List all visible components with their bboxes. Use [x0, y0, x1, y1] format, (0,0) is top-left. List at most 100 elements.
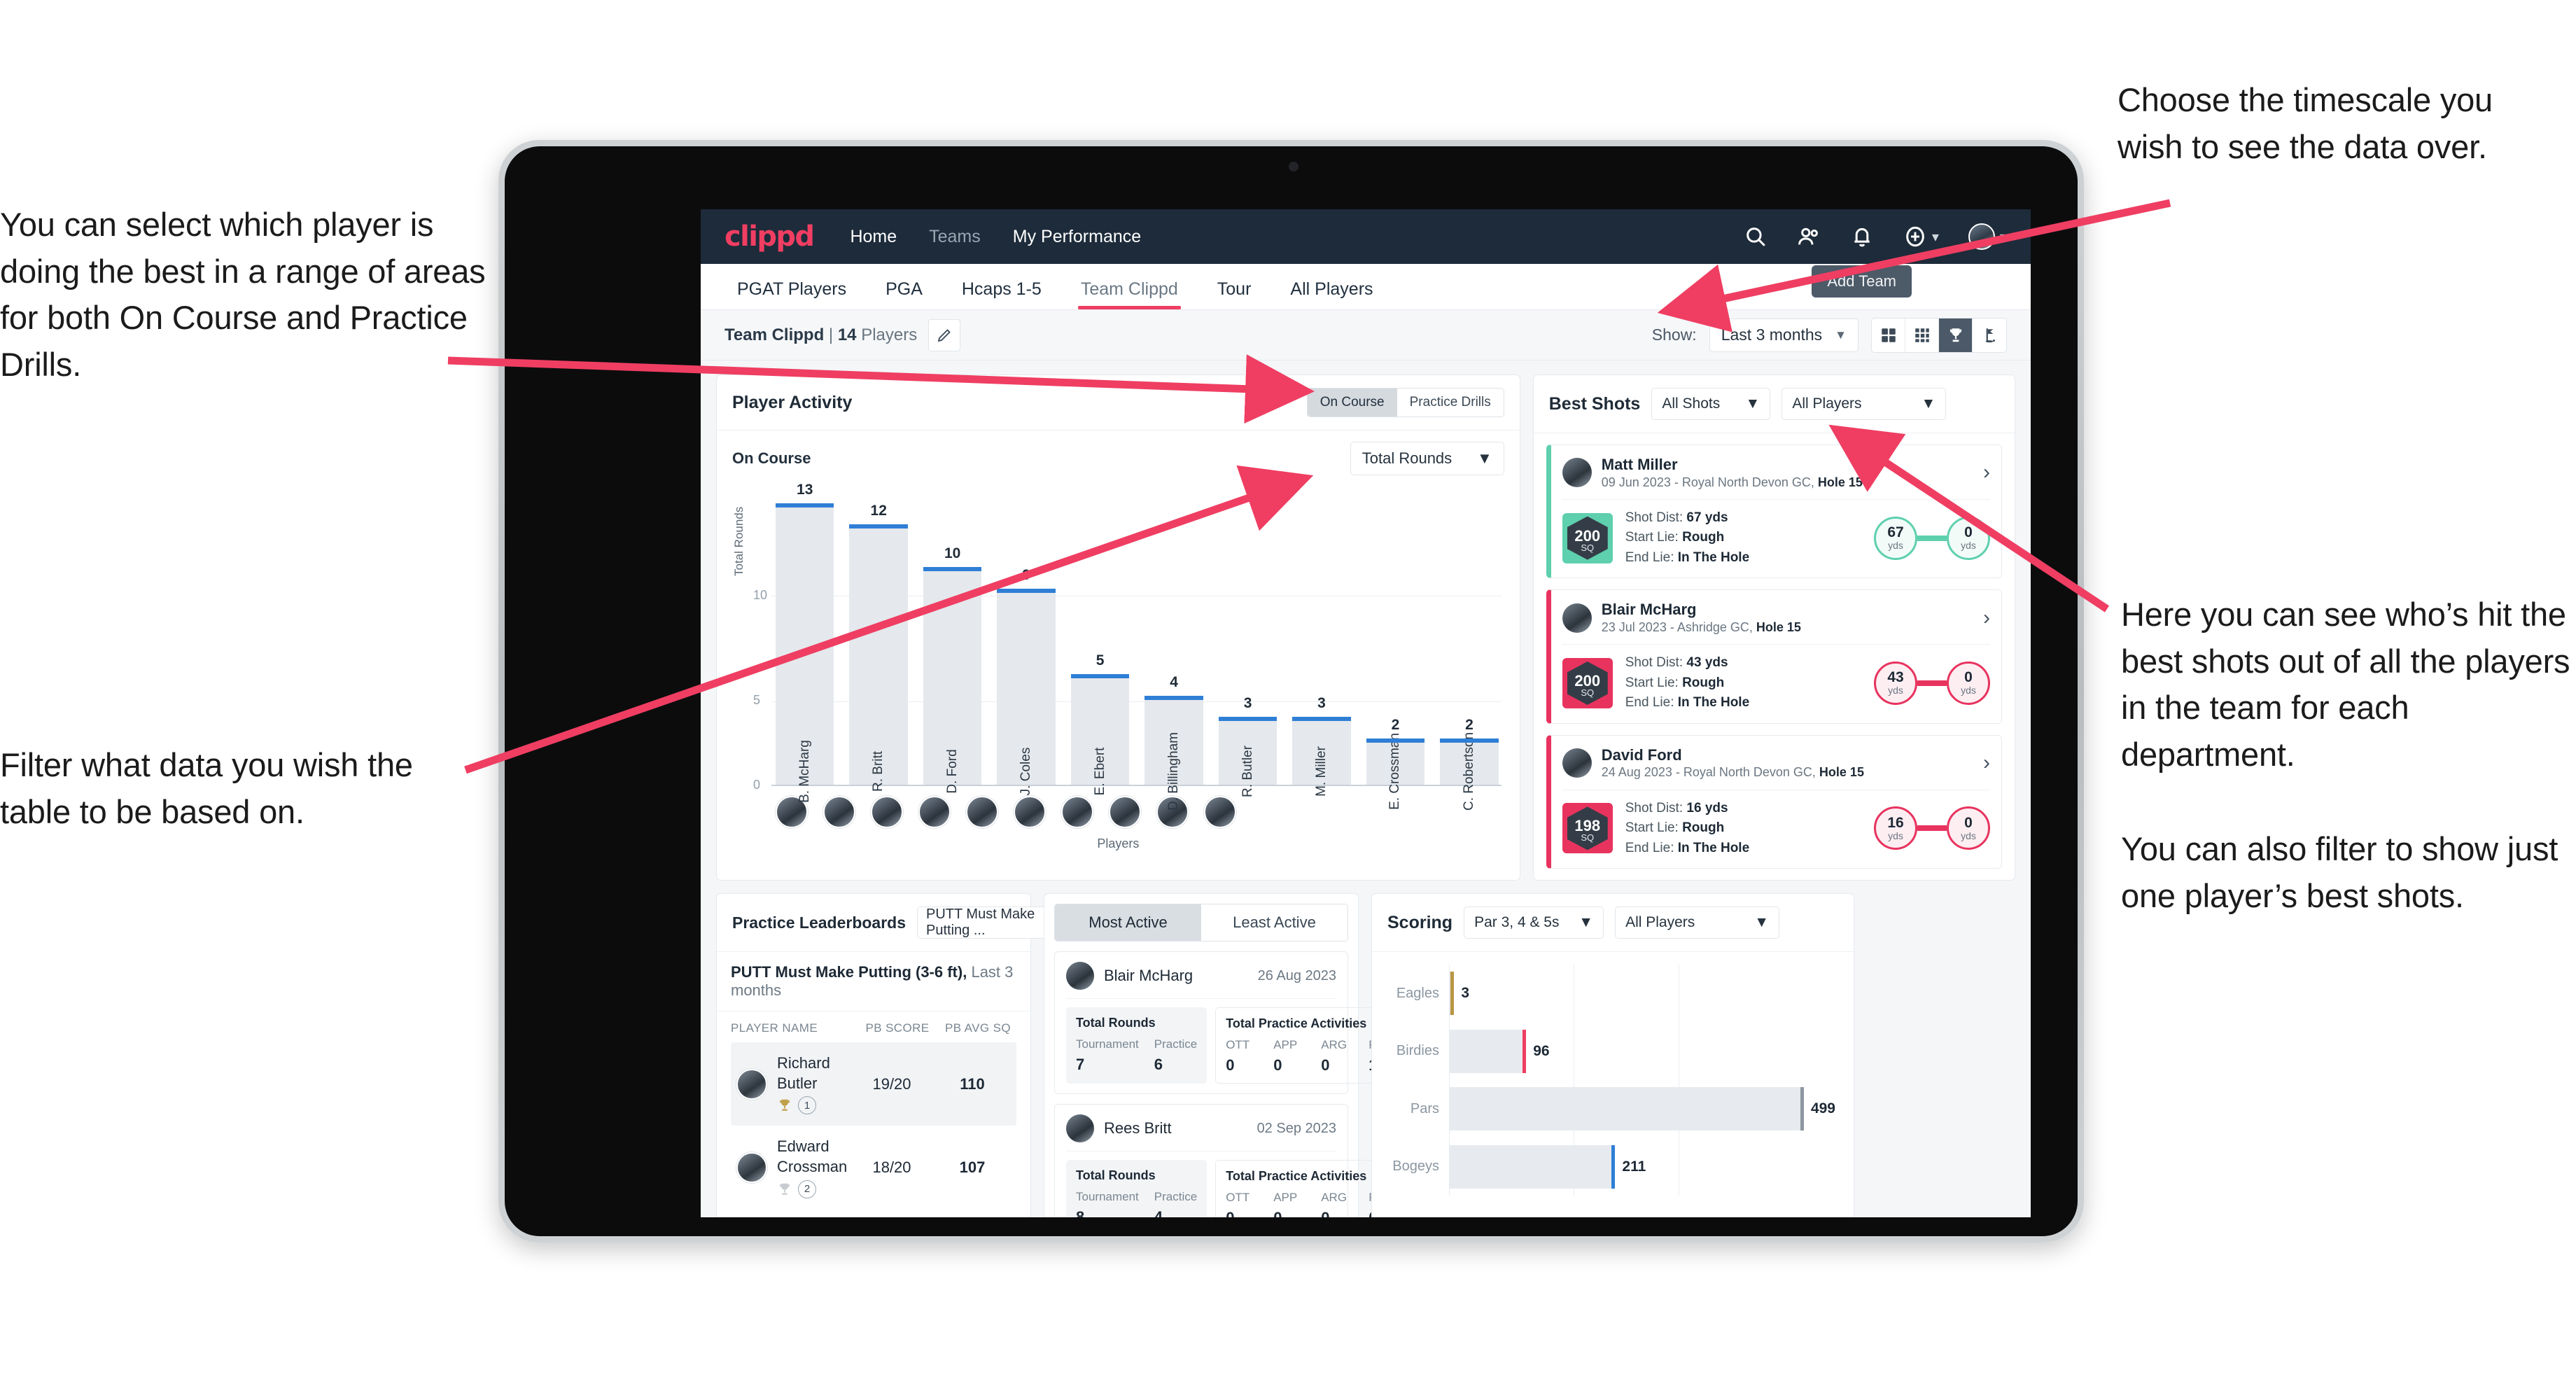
sq-value: 200 — [1574, 672, 1601, 690]
team-name: Team Clippd — [724, 325, 825, 344]
people-icon[interactable] — [1797, 225, 1821, 248]
player-avatar[interactable] — [871, 796, 903, 828]
bar[interactable]: M. Miller — [1292, 717, 1352, 797]
shot-identity: Matt Miller 09 Jun 2023 - Royal North Dev… — [1602, 455, 1863, 491]
best-shot-card[interactable]: Matt Miller 09 Jun 2023 - Royal North Dev… — [1546, 444, 2002, 579]
from-unit: yds — [1888, 685, 1903, 696]
avatar[interactable] — [1968, 223, 1995, 250]
edit-team-button[interactable] — [928, 318, 961, 351]
divider — [1066, 998, 1336, 1000]
chart-bar-group: 4 D. Billingham — [1144, 485, 1204, 811]
rounds-col: Practice 6 — [1154, 1037, 1197, 1074]
player-avatar[interactable] — [823, 796, 855, 828]
scoring-bar[interactable] — [1449, 1087, 1804, 1131]
nav-link-teams[interactable]: Teams — [929, 227, 981, 247]
grid-9-icon[interactable] — [1905, 318, 1939, 352]
scoring-category: Eagles — [1396, 985, 1439, 1001]
bar[interactable]: E. Ebert — [1070, 674, 1130, 795]
bar-value: 3 — [1317, 695, 1326, 712]
chevron-right-icon[interactable]: › — [1983, 461, 1990, 484]
practice-col-label: APP — [1273, 1191, 1298, 1205]
practice-col-value: 0 — [1273, 1056, 1282, 1074]
sq-unit: SQ — [1581, 832, 1595, 844]
scoring-bar-row: Bogeys 211 — [1385, 1144, 1835, 1189]
scoring-bar[interactable] — [1449, 1029, 1527, 1073]
nav-link-my-performance[interactable]: My Performance — [1013, 227, 1141, 247]
player-avatar[interactable] — [1061, 796, 1093, 828]
scoring-bar-row: Eagles 3 — [1385, 972, 1835, 1016]
to-unit: yds — [1961, 539, 1976, 551]
distance-visual: 43 yds 0 yds — [1874, 662, 1990, 706]
bar[interactable]: R. Butler — [1218, 717, 1278, 797]
player-avatar[interactable] — [918, 796, 951, 828]
bar[interactable]: E. Crossman — [1366, 733, 1425, 810]
tab-tour[interactable]: Tour — [1205, 279, 1264, 309]
segment-practice-drills[interactable]: Practice Drills — [1396, 388, 1504, 416]
clippd-logo[interactable]: clippd — [724, 220, 815, 253]
player-block: Edward Crossman 2 — [777, 1137, 850, 1198]
pb-avg-sq: 107 — [959, 1158, 986, 1176]
scoring-player-filter[interactable]: All Players ▼ — [1615, 906, 1780, 939]
scoring-bar[interactable] — [1449, 972, 1455, 1016]
tab-all-players[interactable]: All Players — [1278, 279, 1385, 309]
player-avatar[interactable] — [966, 796, 998, 828]
to-value: 0 — [1964, 814, 1973, 831]
tab-team-clippd[interactable]: Team Clippd — [1068, 279, 1191, 309]
avatar — [1066, 1114, 1094, 1143]
table-row[interactable]: Richard Butler 1 19/20 110 — [731, 1042, 1016, 1126]
rank-badge: 2 — [777, 1180, 850, 1198]
player-activity-sub-label: On Course — [732, 449, 811, 467]
bar[interactable]: R. Britt — [849, 524, 909, 792]
best-shots-player-filter[interactable]: All Players ▼ — [1782, 388, 1947, 420]
rounds-col: Tournament 8 — [1076, 1190, 1139, 1217]
player-avatar[interactable] — [1109, 796, 1141, 828]
activity-item[interactable]: Blair McHarg 26 Aug 2023 Total Rounds Tourn… — [1054, 951, 1412, 1095]
chart-bar-group: 3 M. Miller — [1292, 485, 1352, 797]
best-shot-card[interactable]: David Ford 24 Aug 2023 - Royal North Devo… — [1546, 734, 2002, 869]
par-filter[interactable]: Par 3, 4 & 5s ▼ — [1464, 906, 1604, 939]
segment-on-course[interactable]: On Course — [1307, 388, 1397, 416]
bar[interactable]: B. McHarg — [776, 503, 834, 803]
hexagon-icon: 198 SQ — [1567, 806, 1608, 850]
metric-select[interactable]: Total Rounds ▼ — [1350, 442, 1504, 475]
best-shot-card[interactable]: Blair McHarg 23 Jul 2023 - Ashridge GC, H… — [1546, 589, 2002, 724]
shot-from-circle: 43 yds — [1874, 662, 1917, 706]
user-menu[interactable]: ▾ — [1968, 223, 2007, 250]
practice-col-label: ARG — [1321, 1038, 1348, 1052]
bar[interactable]: C. Robertson — [1440, 732, 1499, 811]
add-menu[interactable]: ▾ — [1903, 225, 1939, 248]
plus-circle-icon[interactable] — [1903, 225, 1927, 248]
bar-value: 3 — [1243, 695, 1252, 712]
search-icon[interactable] — [1744, 225, 1768, 248]
activity-item[interactable]: Rees Britt 02 Sep 2023 Total Rounds Tournam… — [1054, 1104, 1412, 1217]
tab-pgat-players[interactable]: PGAT Players — [724, 279, 859, 309]
bar[interactable]: D. Ford — [923, 567, 982, 794]
tab-hcaps-1-5[interactable]: Hcaps 1-5 — [949, 279, 1054, 309]
annotation-one-player-filter: You can also filter to show just one pla… — [2121, 830, 2558, 914]
bell-icon[interactable] — [1850, 225, 1874, 248]
nav-link-home[interactable]: Home — [850, 227, 897, 247]
shot-type-filter[interactable]: All Shots ▼ — [1651, 388, 1771, 420]
ytick-10: 10 — [753, 587, 768, 602]
tab-most-active[interactable]: Most Active — [1055, 904, 1201, 941]
tab-least-active[interactable]: Least Active — [1201, 904, 1348, 941]
chevron-right-icon[interactable]: › — [1983, 751, 1990, 775]
chevron-right-icon[interactable]: › — [1983, 606, 1990, 630]
player-avatar[interactable] — [1204, 796, 1236, 828]
scoring-bar-wrap: 499 — [1449, 1087, 1835, 1131]
drill-select-value: PUTT Must Make Putting ... — [926, 906, 1035, 939]
table-row[interactable]: Edward Crossman 2 18/20 107 — [731, 1126, 1016, 1209]
shot-quality-tile: 198 SQ — [1562, 803, 1613, 854]
shot-stats: Shot Dist: 16 yds Start Lie: Rough End Lie… — [1625, 799, 1749, 859]
player-avatar[interactable] — [1014, 796, 1046, 828]
camera-icon — [1289, 162, 1298, 172]
trophy-icon[interactable] — [1939, 318, 1973, 352]
scoring-bar[interactable] — [1449, 1144, 1616, 1189]
golf-flag-icon[interactable] — [1973, 318, 2006, 352]
timescale-select[interactable]: Last 3 months ▼ — [1709, 318, 1858, 352]
grid-4-icon[interactable] — [1872, 318, 1905, 352]
bar[interactable]: D. Billingham — [1144, 695, 1204, 811]
tab-pga[interactable]: PGA — [873, 279, 935, 309]
bar[interactable]: J. Coles — [997, 588, 1056, 795]
player-name: Edward Crossman — [777, 1138, 848, 1175]
